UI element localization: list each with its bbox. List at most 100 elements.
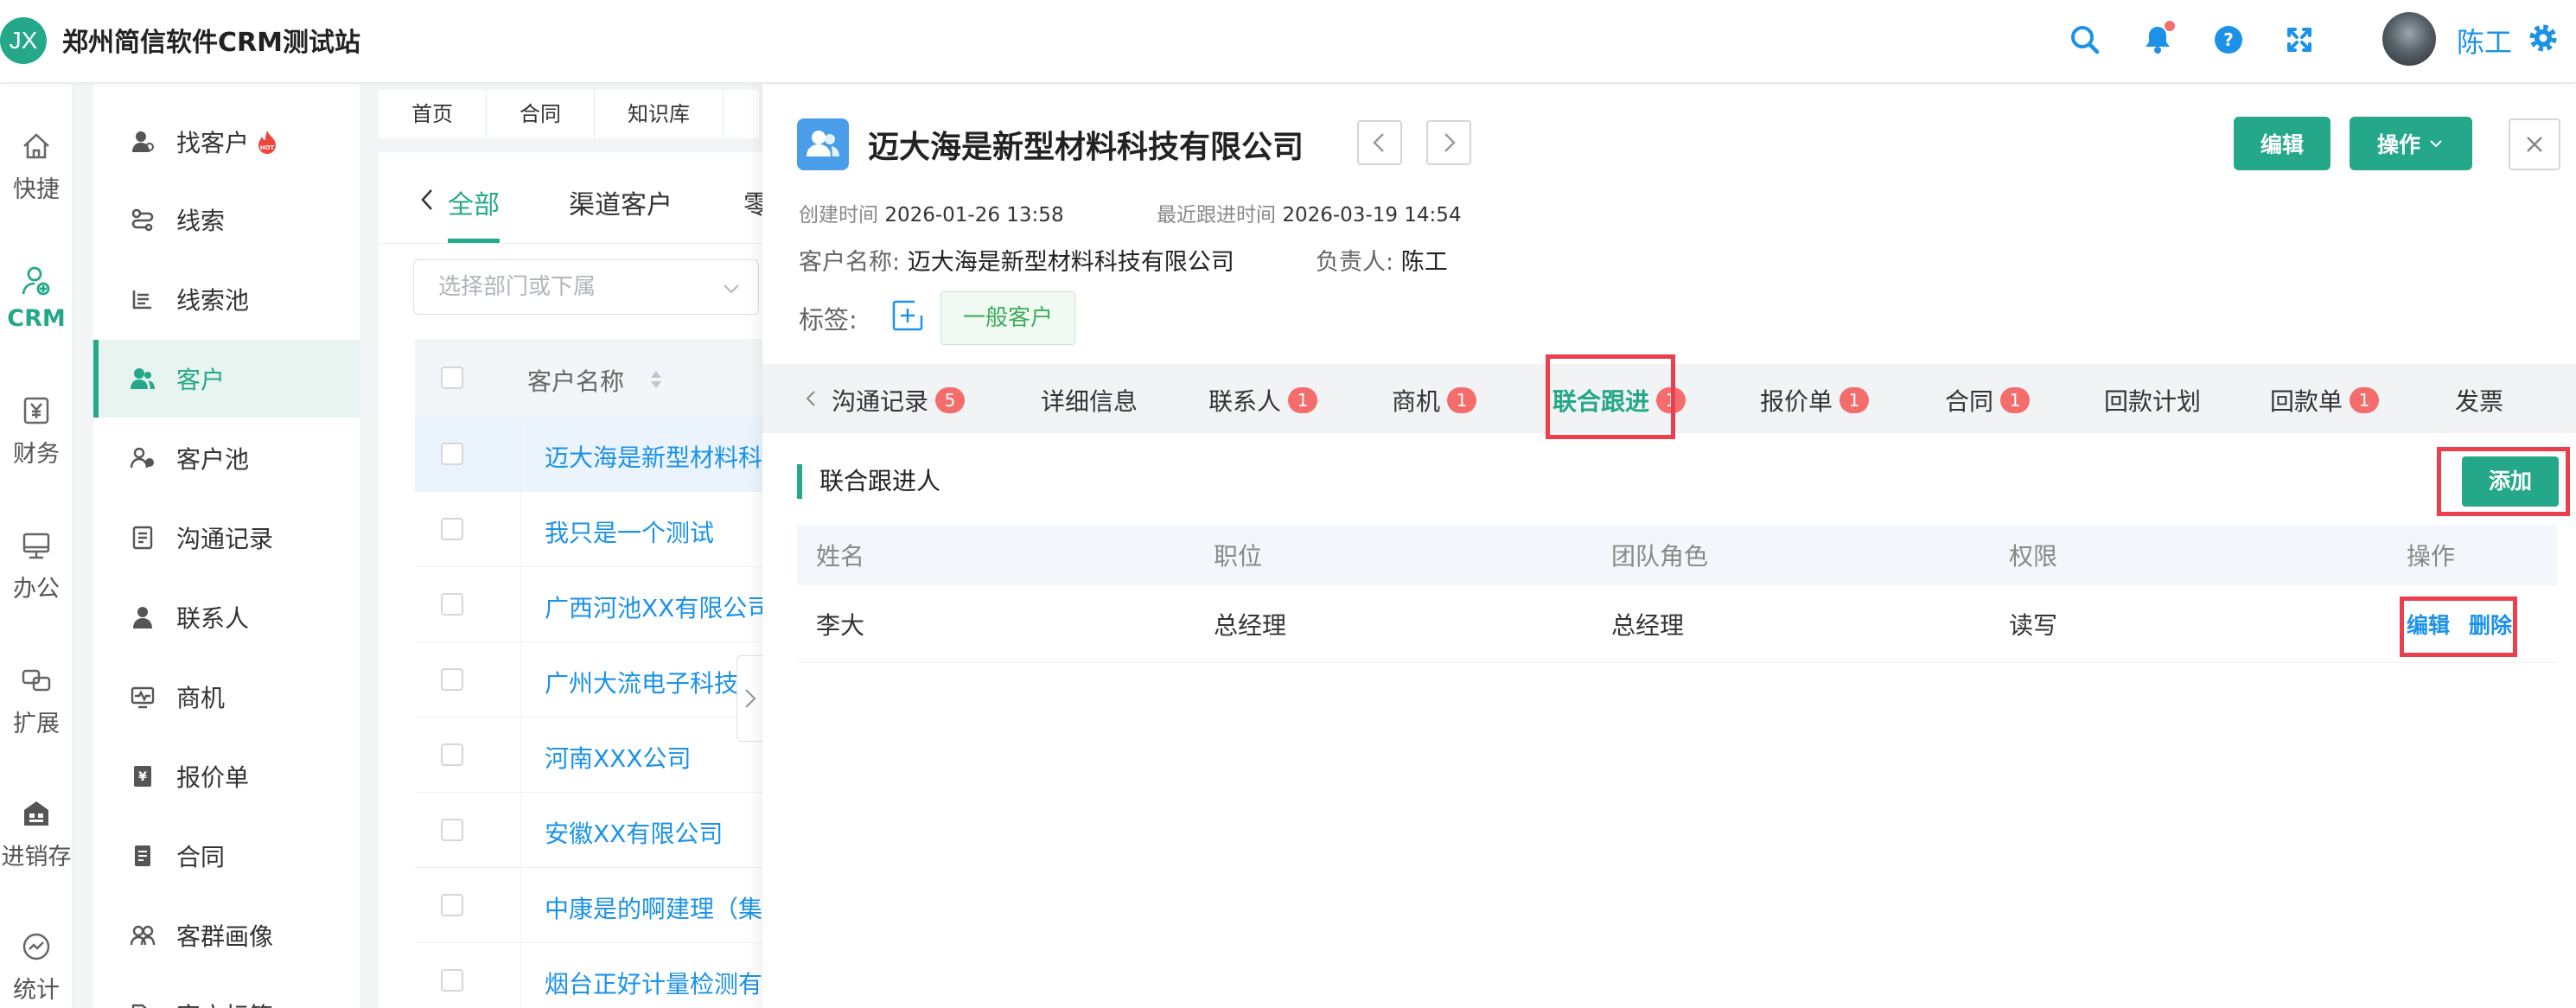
row-checkbox[interactable] (441, 518, 463, 540)
tab-opportunities[interactable]: 商机 1 (1392, 383, 1477, 418)
count-badge: 1 (2350, 387, 2380, 413)
row-checkbox[interactable] (441, 593, 463, 616)
customer-name-link[interactable]: 我只是一个测试 (545, 514, 771, 549)
quote-icon: ¥ (134, 766, 151, 787)
tab-invoices[interactable]: 发票 (2455, 383, 2503, 418)
tab-details[interactable]: 详细信息 (1041, 383, 1138, 418)
menu-item-customer-pool[interactable]: 客户池 (93, 419, 360, 497)
extend-icon (22, 669, 51, 692)
rail-item-crm[interactable]: CRM (0, 262, 73, 332)
row-checkbox[interactable] (441, 443, 463, 465)
tab-payments[interactable]: 回款单 1 (2270, 383, 2380, 418)
menu-item-quote[interactable]: ¥ 报价单 (93, 737, 360, 815)
column-name: 姓名 (816, 542, 865, 571)
yen-icon (23, 397, 49, 424)
chevron-right-icon (745, 689, 756, 708)
row-checkbox[interactable] (441, 894, 463, 916)
tab-joint-followup[interactable]: 联合跟进 1 (1553, 383, 1687, 418)
svg-text:¥: ¥ (138, 770, 147, 784)
app-logo[interactable]: JX (0, 17, 47, 64)
menu-item-find-customer[interactable]: 找客户 HOT (93, 103, 360, 181)
edit-button[interactable]: 编辑 (2234, 117, 2331, 170)
count-badge: 1 (1447, 387, 1477, 413)
search-icon[interactable] (2068, 22, 2102, 57)
row-checkbox[interactable] (441, 743, 463, 766)
tab-scroll-left-icon[interactable] (800, 385, 821, 412)
menu-item-leads[interactable]: 线索 (93, 181, 360, 258)
page-tab-contract[interactable]: 合同 (487, 90, 595, 138)
hot-icon: HOT (258, 131, 277, 154)
rail-item-office[interactable]: 办公 (0, 526, 73, 603)
table-row[interactable]: 中康是的啊建理（集团） (415, 868, 771, 943)
avatar[interactable] (2382, 12, 2436, 66)
help-icon[interactable]: ? (2211, 22, 2246, 57)
menu-item-lead-pool[interactable]: 线索池 (93, 260, 360, 338)
bell-icon[interactable] (2140, 21, 2175, 57)
customer-name-link[interactable]: 广西河池XX有限公司 (545, 590, 771, 624)
table-row[interactable]: 安徽XX有限公司 (415, 793, 771, 868)
select-all-checkbox[interactable] (441, 367, 463, 389)
table-row[interactable]: 广西河池XX有限公司 (415, 567, 771, 642)
add-tag-button[interactable] (889, 297, 927, 335)
crm-icon (22, 266, 50, 296)
customer-icon (131, 368, 155, 389)
rail-item-stats[interactable]: 统计 (0, 928, 73, 1005)
customer-name-link[interactable]: 迈大海是新型材料科技有限公司 (545, 439, 771, 474)
close-drawer-button[interactable] (2509, 118, 2560, 170)
svg-text:HOT: HOT (260, 144, 275, 151)
rail-item-extend[interactable]: 扩展 (0, 661, 73, 738)
tab-payment-plan[interactable]: 回款计划 (2104, 383, 2201, 418)
user-name[interactable]: 陈工 (2457, 21, 2512, 61)
rail-item-finance[interactable]: 财务 (0, 392, 73, 469)
tab-quotes[interactable]: 报价单 1 (1760, 383, 1870, 418)
menu-item-contract[interactable]: 合同 (93, 817, 360, 895)
page-tab-home[interactable]: 首页 (379, 90, 487, 138)
menu-item-portrait[interactable]: 客群画像 (93, 896, 360, 974)
customer-name-link[interactable]: 中康是的啊建理（集团） (545, 890, 771, 925)
customer-name-link[interactable]: 安徽XX有限公司 (545, 815, 771, 850)
customer-name-link[interactable]: 烟台正好计量检测有限公司 (545, 966, 771, 1000)
menu-item-customer-tag[interactable]: 客户标签 (93, 976, 360, 1008)
prev-record-button[interactable] (1357, 120, 1402, 165)
sort-icon[interactable] (648, 368, 664, 391)
chevron-down-icon (2430, 140, 2442, 148)
page-tab-knowledge[interactable]: 知识库 (595, 90, 724, 138)
table-row[interactable]: 广州大流电子科技有限公司 (415, 642, 771, 718)
table-row[interactable]: 我只是一个测试 (415, 492, 771, 567)
row-checkbox[interactable] (441, 819, 463, 841)
gear-icon[interactable] (2526, 21, 2560, 55)
table-row[interactable]: 河南XXX公司 (415, 718, 771, 793)
customer-name-link[interactable]: 河南XXX公司 (545, 740, 771, 775)
next-record-button[interactable] (1426, 120, 1471, 165)
fullscreen-icon[interactable] (2282, 22, 2317, 57)
tab-channel-customers[interactable]: 渠道客户 (569, 183, 673, 221)
customer-title: 迈大海是新型材料科技有限公司 (868, 130, 1304, 165)
add-tag-icon (892, 300, 923, 331)
row-checkbox[interactable] (441, 969, 463, 992)
department-select[interactable]: 选择部门或下属 (413, 259, 759, 315)
actions-dropdown-button[interactable]: 操作 (2350, 117, 2472, 170)
table-row[interactable]: 迈大海是新型材料科技有限公司 (415, 417, 771, 492)
tab-all[interactable]: 全部 (448, 183, 500, 221)
customer-list-panel: 全部 渠道客户 零 选择部门或下属 客户名称 迈大海是新型材料科技有限公司 我只… (379, 152, 771, 1008)
add-joint-follower-button[interactable]: 添加 (2462, 456, 2559, 507)
chevron-left-icon[interactable] (418, 187, 436, 213)
column-customer-name[interactable]: 客户名称 (527, 363, 624, 398)
follower-team-role: 总经理 (1611, 610, 1685, 640)
row-checkbox[interactable] (441, 668, 463, 691)
rail-item-inventory[interactable]: 进销存 (0, 794, 73, 871)
menu-item-contacts[interactable]: 联系人 (93, 578, 360, 656)
tab-contracts[interactable]: 合同 1 (1945, 383, 2031, 418)
table-row[interactable]: 烟台正好计量检测有限公司 (415, 943, 771, 1008)
tab-contacts[interactable]: 联系人 1 (1208, 383, 1318, 418)
menu-item-customer[interactable]: 客户 (93, 340, 360, 418)
drawer-collapse-handle[interactable] (736, 655, 764, 742)
count-badge: 5 (935, 387, 966, 413)
menu-item-communication[interactable]: 沟通记录 (93, 499, 360, 577)
menu-item-opportunity[interactable]: 商机 (93, 658, 360, 736)
tab-communication[interactable]: 沟通记录 5 (832, 383, 966, 418)
rail-item-shortcut[interactable]: 快捷 (0, 127, 73, 204)
count-badge: 1 (1288, 387, 1318, 413)
delete-follower-link[interactable]: 删除 (2469, 609, 2512, 640)
edit-follower-link[interactable]: 编辑 (2407, 609, 2450, 640)
